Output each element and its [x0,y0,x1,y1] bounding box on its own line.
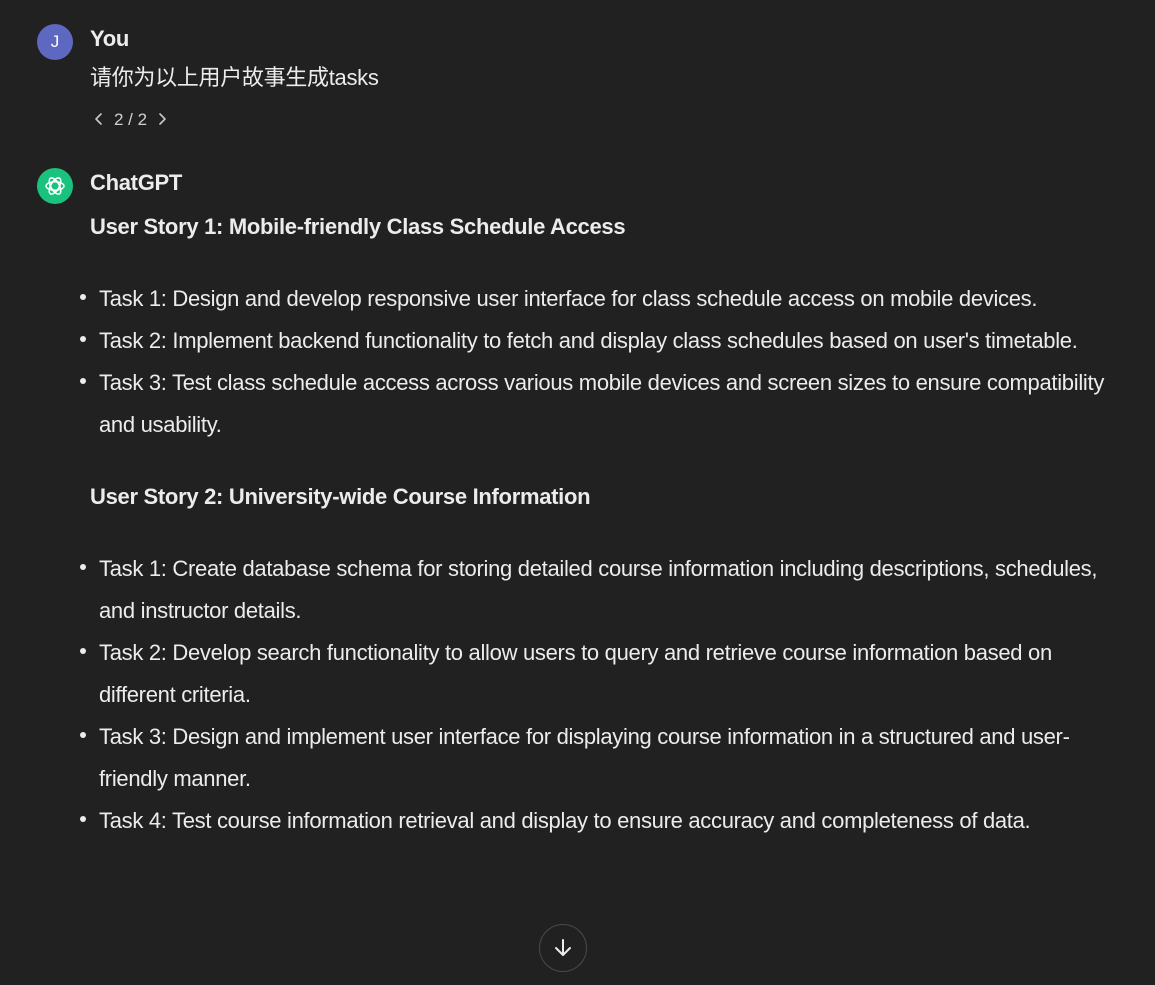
chevron-right-icon[interactable] [157,112,167,129]
list-item: Task 4: Test course information retrieva… [80,800,1115,842]
assistant-author-name: ChatGPT [90,170,183,195]
user-turn: J You 请你为以上用户故事生成tasks 2 / 2 [37,24,1115,144]
openai-logo-icon [37,168,73,204]
chevron-left-icon[interactable] [94,112,104,129]
user-avatar: J [37,24,73,60]
user-avatar-letter: J [50,32,60,51]
list-item: Task 2: Implement backend functionality … [80,320,1115,362]
list-item: Task 1: Design and develop responsive us… [80,278,1115,320]
pager-count: 2 / 2 [114,110,148,129]
story-title: User Story 2: University-wide Course Inf… [90,484,591,509]
task-list: Task 1: Design and develop responsive us… [80,278,1115,446]
task-list: Task 1: Create database schema for stori… [80,548,1115,842]
assistant-message: User Story 1: Mobile-friendly Class Sche… [80,206,1115,872]
list-item: Task 2: Develop search functionality to … [80,632,1115,716]
list-item: Task 1: Create database schema for stori… [80,548,1115,632]
response-pager: 2 / 2 [94,110,167,130]
scroll-to-bottom-button[interactable] [539,924,587,972]
arrow-down-icon [552,937,574,959]
user-author-name: You [90,26,130,51]
list-item: Task 3: Test class schedule access acros… [80,362,1115,446]
assistant-turn: ChatGPT User Story 1: Mobile-friendly Cl… [37,168,1115,968]
story-title: User Story 1: Mobile-friendly Class Sche… [90,214,626,239]
user-message: 请你为以上用户故事生成tasks [90,65,379,90]
list-item: Task 3: Design and implement user interf… [80,716,1115,800]
